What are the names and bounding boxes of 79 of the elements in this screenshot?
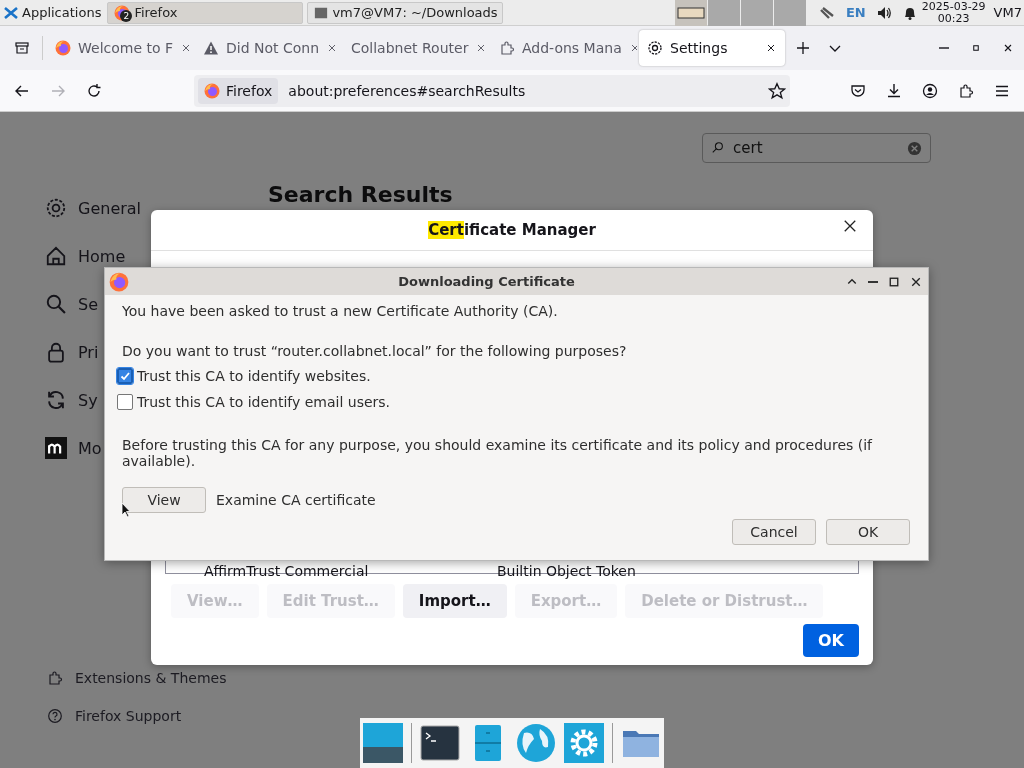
globe-icon: [516, 723, 556, 763]
search-icon: [45, 293, 67, 315]
puzzle-icon: [47, 670, 63, 686]
sidebar-item[interactable]: General: [45, 196, 142, 220]
checkbox[interactable]: [117, 394, 133, 410]
close-icon: [843, 219, 857, 233]
view-button[interactable]: View: [122, 487, 206, 513]
minimize-icon: [939, 47, 949, 49]
account-icon: [922, 82, 938, 99]
browser-tab[interactable]: Collabnet Router: [343, 30, 489, 66]
date-text: 2025-03-29: [921, 0, 986, 13]
question-text: Do you want to trust “router.collabnet.local” for the following purposes?: [122, 343, 628, 359]
pocket-icon: [850, 82, 866, 99]
browser-tab[interactable]: Settings: [639, 30, 785, 66]
intro-text: You have been asked to trust a new Certificate Authority (CA).: [122, 303, 559, 319]
search-field[interactable]: cert: [702, 133, 931, 163]
taskbar-button[interactable]: vm7@VM7: ~/Downloads: [307, 1, 504, 24]
checkmark-icon: [119, 370, 131, 382]
ok-button[interactable]: OK: [826, 519, 910, 545]
settings-icon: [564, 723, 604, 763]
settings-icon: [45, 197, 67, 219]
checkbox[interactable]: [117, 368, 133, 384]
taskbar-button[interactable]: 2 Firefox: [107, 1, 304, 24]
tray-icon: [14, 40, 30, 56]
table-cell: AffirmTrust Commercial: [204, 563, 369, 579]
time-text: 00:23: [937, 12, 970, 25]
sidebar-link[interactable]: Extensions & Themes: [47, 669, 227, 687]
browser-tab[interactable]: Add-ons Mana: [491, 30, 637, 66]
table-cell: Builtin Object Token: [497, 563, 636, 579]
help-icon: [47, 708, 63, 724]
warning-text: Before trusting this CA for any purpose, you should examine its certificate and its policy and procedures (if available).: [122, 437, 874, 469]
maximize-icon: [970, 42, 982, 54]
identity-chip[interactable]: Firefox: [198, 77, 279, 104]
firefox-logo-icon: [109, 271, 129, 292]
sidebar-item[interactable]: Home: [45, 244, 142, 268]
puzzle-icon: [958, 82, 974, 99]
user-name: VM7: [993, 5, 1022, 20]
cancel-button[interactable]: Cancel: [732, 519, 816, 545]
view-label: Examine CA certificate: [216, 492, 376, 508]
close-icon: [765, 42, 777, 54]
applications-menu[interactable]: Applications: [0, 0, 108, 25]
checkbox-label[interactable]: Trust this CA to identify email users.: [137, 394, 391, 410]
dock-launcher[interactable]: [420, 723, 460, 763]
close-icon: [1002, 42, 1014, 54]
minimize-icon: [868, 280, 878, 283]
sync-icon: [45, 389, 67, 411]
close-icon: [910, 275, 922, 288]
maximize-icon: [888, 275, 900, 288]
star-icon: [768, 81, 786, 100]
reload-icon: [86, 82, 102, 99]
workspace-button[interactable]: [674, 0, 707, 26]
plus-icon: [795, 40, 811, 56]
search-icon: [711, 141, 725, 155]
browser-tab[interactable]: Did Not Conn: [195, 30, 341, 66]
puzzle-icon: [499, 40, 515, 56]
dialog-button[interactable]: Import…: [402, 584, 507, 618]
cursor-icon: [121, 502, 131, 518]
checkbox-label[interactable]: Trust this CA to identify websites.: [137, 368, 371, 384]
settings-icon: [647, 40, 663, 56]
terminal-icon: [420, 723, 460, 763]
address-bar[interactable]: Firefox about:preferences#searchResults: [194, 74, 790, 107]
clear-icon: [907, 140, 922, 156]
m-logo-icon: [45, 437, 67, 459]
browser-tab[interactable]: Welcome to F: [47, 30, 193, 66]
desktop-icon: [363, 723, 403, 763]
network-icon: [817, 4, 836, 21]
firefox-logo-icon: [204, 82, 220, 99]
xfce-logo-icon: [3, 4, 19, 21]
dialog-title: Downloading Certificate: [397, 274, 576, 289]
download-icon: [886, 82, 902, 99]
terminal-icon: [314, 5, 329, 20]
lock-icon: [45, 341, 67, 363]
page-heading: Search Results: [268, 182, 453, 208]
warning-icon: [203, 40, 219, 56]
ok-button[interactable]: OK: [803, 624, 859, 657]
firefox-logo-icon: [55, 40, 71, 56]
home-icon: [45, 245, 67, 267]
sidebar-link[interactable]: Firefox Support: [47, 707, 227, 725]
keyboard-layout[interactable]: EN: [845, 5, 866, 20]
